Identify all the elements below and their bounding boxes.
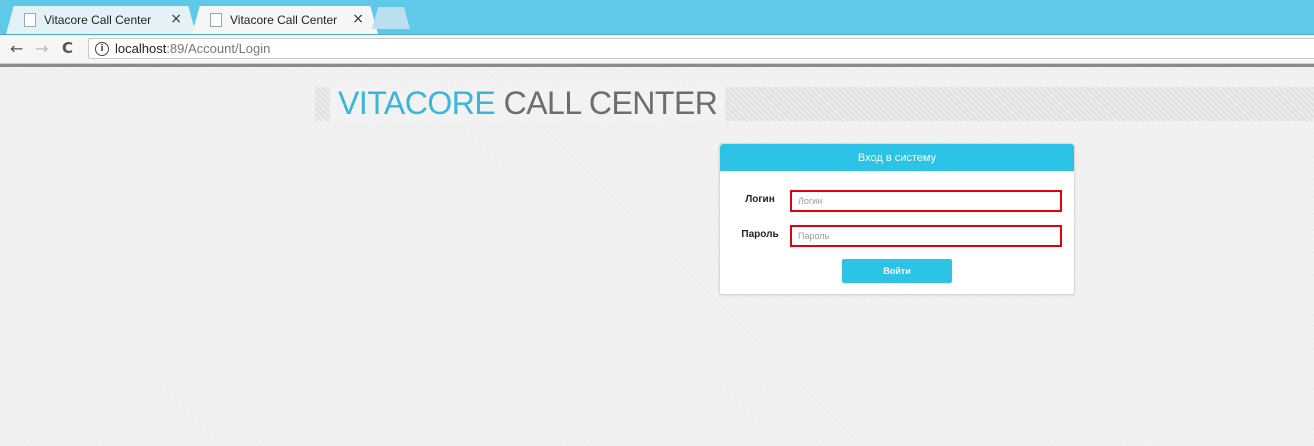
brand-part1: VITACORE — [338, 85, 496, 121]
tab-1[interactable]: Vitacore Call Center × — [6, 5, 196, 34]
login-panel: Вход в систему Логин Пароль Войти — [719, 143, 1075, 295]
password-label: Пароль — [741, 229, 779, 240]
tab-title: Vitacore Call Center — [230, 12, 338, 27]
page-icon — [24, 12, 36, 27]
login-input[interactable] — [790, 190, 1062, 212]
tab-2[interactable]: Vitacore Call Center × — [192, 5, 378, 34]
close-icon[interactable]: × — [170, 11, 182, 27]
tab-strip: Vitacore Call Center × Vitacore Call Cen… — [0, 0, 1314, 35]
tab-title: Vitacore Call Center — [44, 12, 152, 27]
forward-icon[interactable]: → — [35, 39, 48, 58]
login-header: Вход в систему — [720, 144, 1074, 171]
address-bar[interactable]: i localhost:89/Account/Login — [88, 38, 1314, 59]
new-tab-button[interactable] — [372, 7, 410, 29]
login-button[interactable]: Войти — [842, 259, 952, 283]
brand-part2: CALL CENTER — [503, 85, 718, 121]
page-content: VITACORE CALL CENTER Вход в систему Логи… — [0, 67, 1314, 446]
url-text: localhost:89/Account/Login — [115, 41, 270, 56]
info-icon[interactable]: i — [95, 41, 109, 56]
url-path: :89/Account/Login — [166, 41, 271, 56]
url-host: localhost — [115, 41, 167, 56]
login-label: Логин — [745, 194, 775, 205]
page-icon — [210, 12, 222, 27]
password-input[interactable] — [790, 225, 1062, 247]
back-icon[interactable]: ← — [10, 39, 23, 58]
address-toolbar: ← → C i localhost:89/Account/Login — [0, 35, 1314, 64]
password-row: Пароль — [720, 225, 1074, 247]
reload-icon[interactable]: C — [62, 39, 73, 57]
brand-logo: VITACORE CALL CENTER — [330, 83, 726, 123]
login-row: Логин — [720, 190, 1074, 212]
close-icon[interactable]: × — [352, 11, 364, 27]
